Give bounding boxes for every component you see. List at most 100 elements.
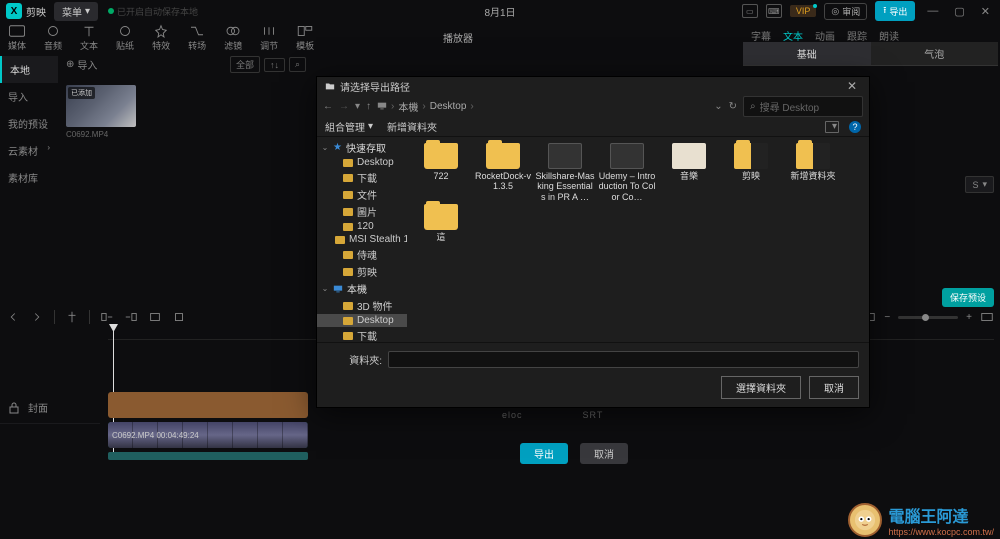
prop-tab-read[interactable]: 朗读	[879, 28, 899, 43]
folder-tree[interactable]: ⌄★快速存取Desktop下載文件圖片120MSI Stealth 14 Stu…	[317, 137, 407, 342]
module-audio[interactable]: 音频	[44, 22, 62, 52]
export-button[interactable]: ⭱导出	[875, 1, 915, 21]
sidebar-label: 本地	[10, 66, 30, 77]
sidebar-local[interactable]: 本地	[0, 56, 58, 83]
folder-item[interactable]: 722	[411, 143, 471, 202]
tree-item[interactable]: Desktop	[317, 156, 407, 169]
shortcut-icon[interactable]: ⌨	[766, 4, 782, 18]
tree-item[interactable]: 下載	[317, 169, 407, 186]
import-button[interactable]: ⊕导入	[66, 57, 97, 72]
prop-tab-track[interactable]: 跟踪	[847, 28, 867, 43]
cut-right-icon[interactable]	[124, 310, 138, 324]
undo-icon[interactable]	[6, 310, 20, 324]
nav-forward-button[interactable]: →	[339, 101, 349, 112]
sidebar-preset[interactable]: 我的预设	[0, 110, 58, 137]
dialog-close-button[interactable]: ✕	[843, 79, 861, 93]
zoom-out-icon[interactable]: −	[884, 312, 890, 323]
folder-item[interactable]: 這	[411, 204, 471, 242]
audio-strip[interactable]	[108, 452, 308, 460]
folder-grid[interactable]: 722RocketDock-v1.3.5Skillshare-Masking E…	[407, 137, 869, 342]
review-button[interactable]: ◎审阅	[824, 3, 867, 20]
crumb-item[interactable]: Desktop	[430, 101, 467, 112]
folder-item[interactable]: 剪映	[721, 143, 781, 202]
style-chip[interactable]: S▾	[965, 176, 994, 193]
tree-item[interactable]: 120	[317, 220, 407, 233]
save-preset-button[interactable]: 保存预设	[942, 288, 994, 307]
subtab-bubble[interactable]: 气泡	[871, 42, 999, 66]
zoom-slider[interactable]	[898, 316, 958, 319]
module-transition[interactable]: 转场	[188, 22, 206, 52]
folder-item[interactable]: 新增資料夾	[783, 143, 843, 202]
minimize-button[interactable]: —	[923, 5, 942, 17]
help-button[interactable]: ?	[849, 121, 861, 133]
search-icon: ⌕	[750, 101, 756, 112]
prop-tab-text[interactable]: 文本	[783, 28, 803, 43]
tree-item[interactable]: ⌄★快速存取	[317, 139, 407, 156]
delete-icon[interactable]	[148, 310, 162, 324]
project-title[interactable]: 8月1日	[484, 4, 515, 19]
newfolder-button[interactable]: 新增資料夾	[387, 119, 437, 134]
search-icon[interactable]: ⌕	[289, 57, 306, 72]
nav-back-button[interactable]: ←	[323, 101, 333, 112]
folder-path-input[interactable]	[388, 351, 859, 368]
tree-item[interactable]: 剪映	[317, 263, 407, 280]
export-confirm-button[interactable]: 导出	[520, 443, 568, 464]
folder-item[interactable]: Skillshare-Masking Essentials in PR A …	[535, 143, 595, 202]
freeze-icon[interactable]	[172, 310, 186, 324]
tree-item[interactable]: 圖片	[317, 203, 407, 220]
close-button[interactable]: ✕	[977, 5, 994, 18]
module-filter[interactable]: 滤镜	[224, 22, 242, 52]
prop-tab-subtitle[interactable]: 字幕	[751, 28, 771, 43]
nav-up-button[interactable]: ↑	[366, 101, 371, 112]
tree-item[interactable]: 下載	[317, 327, 407, 342]
module-text[interactable]: 文本	[80, 22, 98, 52]
subtab-basic[interactable]: 基础	[743, 42, 871, 66]
nav-recent-button[interactable]: ▾	[355, 101, 360, 112]
folder-item[interactable]: RocketDock-v1.3.5	[473, 143, 533, 202]
track-header-cover[interactable]: 封面	[0, 392, 100, 424]
lock-icon[interactable]	[8, 402, 20, 414]
subtitle-strip[interactable]	[108, 392, 308, 418]
crumb-dropdown-icon[interactable]: ⌄	[714, 101, 722, 112]
tree-item[interactable]: MSI Stealth 14 Studio	[317, 233, 407, 246]
zoom-in-icon[interactable]: +	[966, 312, 972, 323]
fit-icon[interactable]	[980, 310, 994, 324]
cancel-button[interactable]: 取消	[809, 376, 859, 399]
prop-tab-anim[interactable]: 动画	[815, 28, 835, 43]
select-folder-button[interactable]: 選擇資料夾	[721, 376, 801, 399]
view-mode-button[interactable]: ▾	[825, 121, 839, 133]
module-template[interactable]: 模板	[296, 22, 314, 52]
folder-item[interactable]: 音樂	[659, 143, 719, 202]
cut-left-icon[interactable]	[100, 310, 114, 324]
sort-direction-icon[interactable]: ↑↓	[264, 58, 285, 72]
menu-button[interactable]: 菜单 ▾	[54, 2, 98, 21]
tree-item[interactable]: 3D 物件	[317, 297, 407, 314]
tree-item[interactable]: ⌄本機	[317, 280, 407, 297]
vip-badge[interactable]: VIP	[790, 5, 817, 17]
maximize-button[interactable]: ▢	[950, 5, 968, 18]
video-strip[interactable]: C0692.MP4 00:04:49:24	[108, 422, 308, 448]
sidebar-cloud[interactable]: 云素材›	[0, 137, 58, 164]
filter-sort[interactable]: 全部	[230, 56, 260, 73]
module-media[interactable]: 媒体	[8, 22, 26, 52]
tree-item[interactable]: 文件	[317, 186, 407, 203]
media-clip[interactable]: 已添加 C0692.MP4	[66, 85, 136, 139]
organize-button[interactable]: 組合管理▾	[325, 119, 373, 134]
tree-item[interactable]: Desktop	[317, 314, 407, 327]
folder-item[interactable]: Udemy – Introduction To Color Co…	[597, 143, 657, 202]
search-input[interactable]: ⌕ 搜尋 Desktop	[743, 96, 863, 117]
sidebar-import[interactable]: 导入	[0, 83, 58, 110]
refresh-button[interactable]: ↻	[729, 101, 737, 112]
redo-icon[interactable]	[30, 310, 44, 324]
module-effects[interactable]: 特效	[152, 22, 170, 52]
crumb-item[interactable]: 本機	[398, 99, 418, 114]
split-icon[interactable]	[65, 310, 79, 324]
folder-icon	[335, 236, 345, 244]
module-sticker[interactable]: 贴纸	[116, 22, 134, 52]
module-adjust[interactable]: 调节	[260, 22, 278, 52]
breadcrumb[interactable]: › 本機 › Desktop ›	[377, 99, 708, 114]
layout-icon[interactable]: ▭	[742, 4, 758, 18]
tree-item[interactable]: 侍魂	[317, 246, 407, 263]
sidebar-stock[interactable]: 素材库	[0, 164, 58, 191]
export-cancel-button[interactable]: 取消	[580, 443, 628, 464]
